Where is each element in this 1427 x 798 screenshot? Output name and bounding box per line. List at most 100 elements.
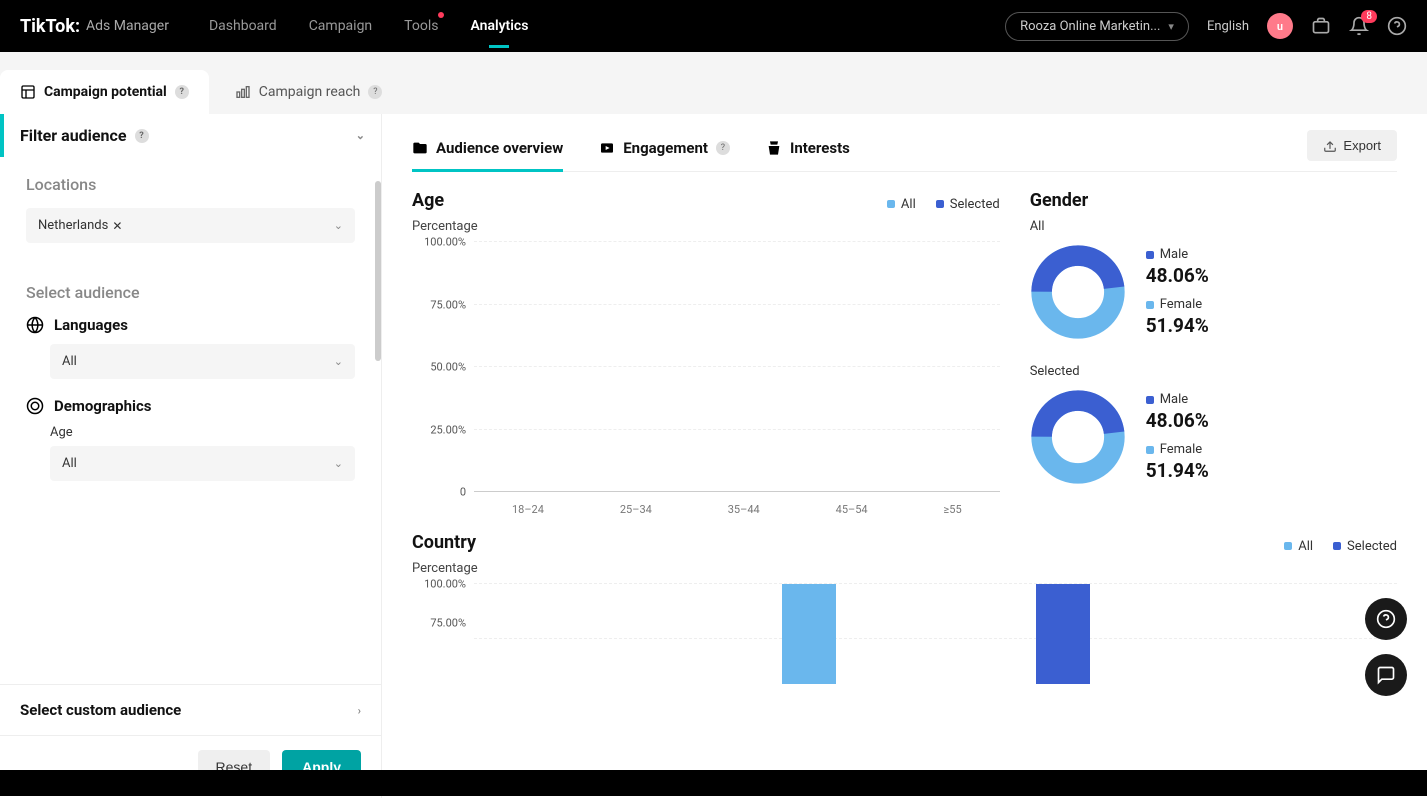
- bottom-bar: [0, 770, 1427, 796]
- male-label: Male: [1160, 247, 1188, 262]
- tab-campaign-potential[interactable]: Campaign potential ?: [0, 70, 209, 114]
- languages-label: Languages: [54, 316, 128, 334]
- legend-all-label: All: [901, 197, 916, 212]
- y-tick: 75.00%: [430, 298, 466, 311]
- gender-sel-female-value: 51.94%: [1146, 459, 1209, 482]
- gender-title: Gender: [1030, 190, 1397, 211]
- locations-label: Locations: [26, 175, 355, 194]
- target-icon: [26, 397, 44, 415]
- chevron-down-icon: ⌄: [356, 129, 365, 142]
- y-tick: 50.00%: [430, 361, 466, 374]
- chevron-down-icon: ▾: [1168, 20, 1174, 33]
- select-custom-audience[interactable]: Select custom audience ›: [0, 684, 381, 735]
- main-content: Audience overview Engagement ? Interests…: [382, 114, 1427, 798]
- chevron-down-icon: ⌄: [334, 457, 343, 470]
- help-icon[interactable]: [1387, 16, 1407, 36]
- account-name: Rooza Online Marketin...: [1020, 19, 1160, 34]
- age-label: Age: [50, 425, 355, 440]
- bell-icon[interactable]: 8: [1349, 16, 1369, 36]
- x-label: ≥55: [944, 503, 962, 516]
- filter-audience-header[interactable]: Filter audience ? ⌄: [0, 114, 381, 157]
- gender-sel-male-value: 48.06%: [1146, 409, 1209, 432]
- legend-selected-label: Selected: [950, 197, 1000, 212]
- chevron-down-icon: ⌄: [334, 355, 343, 368]
- locations-select[interactable]: Netherlands✕ ⌄: [26, 208, 355, 243]
- y-tick: 0: [460, 486, 466, 499]
- select-audience-label: Select audience: [26, 283, 355, 302]
- avatar[interactable]: u: [1267, 13, 1293, 39]
- age-panel: Age All Selected Percentage 100.00% 75.0…: [412, 190, 1000, 522]
- nav-campaign[interactable]: Campaign: [309, 4, 372, 48]
- age-bar-chart: 100.00% 75.00% 50.00% 25.00% 0: [412, 232, 1000, 522]
- country-panel: Country All Selected Percentage 100.00% …: [412, 532, 1397, 684]
- gender-all-label: All: [1030, 219, 1397, 234]
- country-bar-chart: 100.00% 75.00%: [412, 574, 1397, 684]
- briefcase-icon[interactable]: [1311, 16, 1331, 36]
- y-tick: 25.00%: [430, 423, 466, 436]
- help-icon[interactable]: ?: [135, 129, 149, 143]
- languages-select[interactable]: All ⌄: [50, 344, 355, 379]
- notification-badge: 8: [1361, 10, 1377, 23]
- tab-campaign-potential-label: Campaign potential: [44, 84, 167, 100]
- gender-panel: Gender All Male 48.06%: [1030, 190, 1397, 522]
- brand-text: TikTok:: [20, 16, 80, 37]
- chat-float-button[interactable]: [1365, 654, 1407, 696]
- country-title: Country: [412, 532, 476, 553]
- x-label: 18–24: [512, 503, 544, 516]
- gender-selected-donut: [1030, 389, 1126, 485]
- legend-selected-label: Selected: [1347, 539, 1397, 554]
- female-label: Female: [1160, 297, 1202, 312]
- content-scroll[interactable]: Age All Selected Percentage 100.00% 75.0…: [412, 172, 1397, 796]
- age-select[interactable]: All ⌄: [50, 446, 355, 481]
- tab-interests[interactable]: Interests: [766, 131, 850, 171]
- help-icon[interactable]: ?: [716, 141, 730, 155]
- nav-dashboard[interactable]: Dashboard: [209, 4, 277, 48]
- export-label: Export: [1343, 138, 1381, 153]
- country-bar-all: [782, 584, 836, 684]
- floating-buttons: [1365, 598, 1407, 696]
- gender-all-donut: [1030, 244, 1126, 340]
- male-label: Male: [1160, 392, 1188, 407]
- scrollbar[interactable]: [375, 181, 381, 361]
- filter-audience-title: Filter audience: [20, 126, 127, 145]
- legend-swatch-all: [887, 200, 895, 208]
- export-button[interactable]: Export: [1307, 130, 1397, 161]
- account-selector[interactable]: Rooza Online Marketin... ▾: [1005, 12, 1189, 41]
- globe-icon: [26, 316, 44, 334]
- tools-alert-dot: [438, 12, 444, 18]
- y-tick: 100.00%: [424, 578, 466, 591]
- sidebar-scroll[interactable]: Locations Netherlands✕ ⌄ Select audience…: [0, 157, 381, 684]
- gender-selected-label: Selected: [1030, 364, 1397, 379]
- demographics-label: Demographics: [54, 397, 151, 415]
- x-label: 25–34: [620, 503, 652, 516]
- languages-value: All: [62, 354, 77, 369]
- select-custom-audience-label: Select custom audience: [20, 701, 181, 719]
- chevron-down-icon: ⌄: [334, 219, 343, 232]
- top-bar: TikTok: Ads Manager Dashboard Campaign T…: [0, 0, 1427, 52]
- legend-swatch-selected: [936, 200, 944, 208]
- tab-audience-overview[interactable]: Audience overview: [412, 131, 563, 171]
- legend-all-label: All: [1298, 539, 1313, 554]
- nav-analytics[interactable]: Analytics: [470, 4, 528, 48]
- chevron-right-icon: ›: [358, 704, 361, 717]
- help-icon[interactable]: ?: [368, 85, 382, 99]
- tab-engagement[interactable]: Engagement ?: [599, 131, 730, 171]
- country-legend: All Selected: [1284, 539, 1397, 554]
- product-text: Ads Manager: [86, 18, 169, 34]
- main-nav: Dashboard Campaign Tools Analytics: [209, 4, 528, 48]
- tab-campaign-reach[interactable]: Campaign reach ?: [215, 70, 403, 114]
- export-icon: [1323, 139, 1337, 153]
- language-select[interactable]: English: [1207, 19, 1249, 34]
- filter-sidebar: Filter audience ? ⌄ Locations Netherland…: [0, 114, 382, 798]
- nav-tools[interactable]: Tools: [404, 4, 438, 48]
- age-legend: All Selected: [887, 197, 1000, 212]
- tab-campaign-reach-label: Campaign reach: [259, 84, 361, 100]
- gender-all-male-value: 48.06%: [1146, 264, 1209, 287]
- female-label: Female: [1160, 442, 1202, 457]
- remove-tag-icon[interactable]: ✕: [112, 219, 122, 233]
- help-icon[interactable]: ?: [175, 85, 189, 99]
- help-float-button[interactable]: [1365, 598, 1407, 640]
- y-tick: 75.00%: [430, 616, 466, 629]
- logo: TikTok: Ads Manager: [20, 16, 169, 37]
- sub-tabs: Audience overview Engagement ? Interests…: [412, 130, 1397, 172]
